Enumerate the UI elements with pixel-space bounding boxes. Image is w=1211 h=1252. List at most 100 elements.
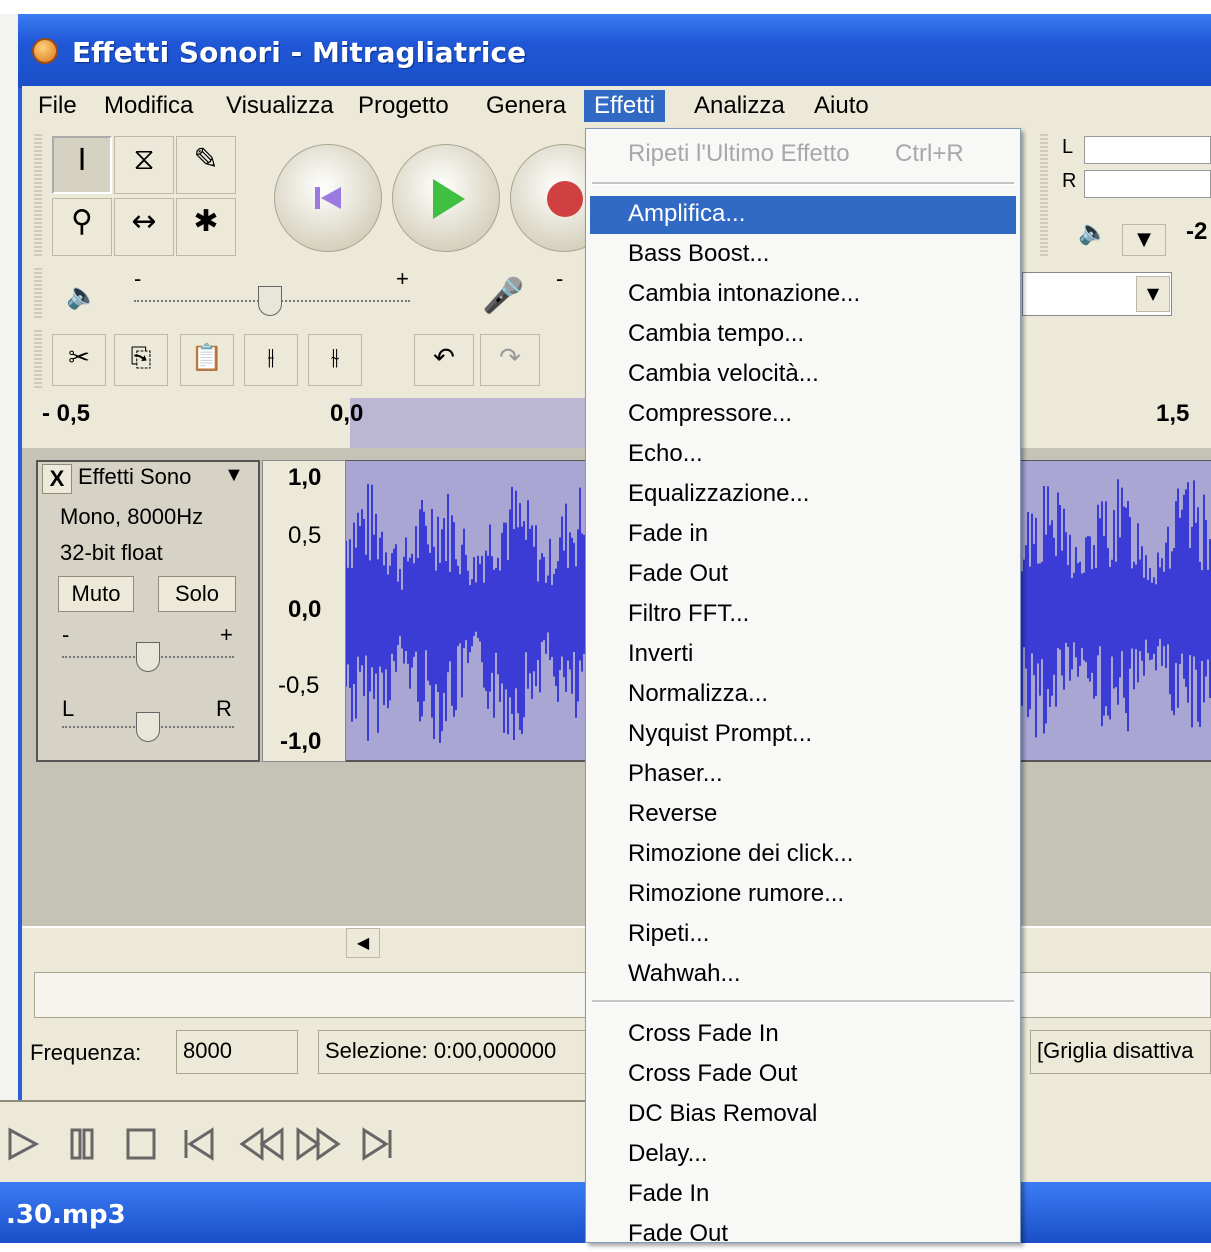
menu-aiuto[interactable]: Aiuto	[804, 90, 879, 122]
menu-item-effect[interactable]: Cambia intonazione...	[587, 276, 1015, 312]
menu-genera[interactable]: Genera	[476, 90, 576, 122]
menu-item-effect[interactable]: Bass Boost...	[587, 236, 1015, 272]
transport-icons	[8, 1127, 392, 1161]
menu-item-effect[interactable]: DC Bias Removal	[587, 1096, 1015, 1132]
menu-item-effect[interactable]: Compressore...	[587, 396, 1015, 432]
menu-item-effect[interactable]: Fade In	[587, 1176, 1015, 1212]
menu-item-effect[interactable]: Fade Out	[587, 1216, 1015, 1252]
meter-grip[interactable]	[1040, 134, 1048, 258]
pan-left-label: L	[62, 696, 75, 721]
skip-start-icon	[315, 187, 341, 209]
waveform-left[interactable]	[345, 460, 586, 762]
frequency-field[interactable]: 8000	[176, 1030, 298, 1074]
menu-item-effect[interactable]: Normalizza...	[587, 676, 1015, 712]
repeat-shortcut: Ctrl+R	[895, 140, 964, 167]
zoom-tool-button[interactable]: ⚲	[52, 198, 112, 256]
track-name-menu[interactable]: Effetti Sono	[78, 464, 191, 490]
menu-item-effect[interactable]: Echo...	[587, 436, 1015, 472]
menu-item-effect[interactable]: Ripeti...	[587, 916, 1015, 952]
draw-tool-button[interactable]: ✎	[176, 136, 236, 194]
waveform-graphic	[345, 484, 585, 743]
pan-slider-thumb[interactable]	[136, 712, 160, 742]
copy-icon: ⎘	[130, 343, 152, 373]
menu-item-effect[interactable]: Fade in	[587, 516, 1015, 552]
mixer-grip[interactable]	[34, 268, 42, 320]
menu-item-effect[interactable]: Reverse	[587, 796, 1015, 832]
playback-volume-thumb[interactable]	[258, 286, 282, 316]
menu-item-effect[interactable]: Inverti	[587, 636, 1015, 672]
menu-analizza[interactable]: Analizza	[684, 90, 795, 122]
scale-label-0-0: 0,0	[288, 596, 322, 623]
menu-item-effect[interactable]: Delay...	[587, 1136, 1015, 1172]
mute-button[interactable]: Muto	[58, 576, 134, 612]
file-name: .30.mp3	[6, 1200, 126, 1230]
menu-item-effect[interactable]: Nyquist Prompt...	[587, 716, 1015, 752]
waveform-right[interactable]	[1017, 460, 1211, 762]
gain-plus-label: +	[220, 622, 233, 647]
menu-item-effect[interactable]: Phaser...	[587, 756, 1015, 792]
track-sample-info: 32-bit float	[60, 540, 163, 565]
menu-file[interactable]: File	[28, 90, 87, 122]
selection-tool-button[interactable]: I	[52, 136, 112, 194]
trim-button[interactable]: ⫲	[244, 334, 298, 386]
menu-item-effect[interactable]: Fade Out	[587, 556, 1015, 592]
cut-button[interactable]: ✂	[52, 334, 106, 386]
scale-label-minus-0-5: -0,5	[278, 672, 320, 699]
track-close-button[interactable]: X	[42, 464, 72, 494]
solo-button[interactable]: Solo	[158, 576, 236, 612]
copy-button[interactable]: ⎘	[114, 334, 168, 386]
device-select-arrow[interactable]: ▼	[1136, 276, 1170, 312]
gain-slider-thumb[interactable]	[136, 642, 160, 672]
menu-item-effect[interactable]: Cross Fade In	[587, 1016, 1015, 1052]
toolbar-grip[interactable]	[34, 134, 42, 258]
scroll-left-button[interactable]: ◀	[346, 928, 380, 958]
menu-modifica[interactable]: Modifica	[94, 90, 203, 122]
menu-item-effect[interactable]: Rimozione dei click...	[587, 836, 1015, 872]
volume-plus-label: +	[396, 266, 409, 291]
silence-icon: ⫳	[330, 345, 340, 370]
track-menu-arrow-icon[interactable]: ▼	[224, 464, 244, 487]
app-icon	[32, 38, 58, 64]
meter-left-label: L	[1062, 136, 1074, 158]
multi-tool-button[interactable]: ✱	[176, 198, 236, 256]
menu-separator	[592, 1000, 1014, 1003]
menu-item-effect[interactable]: Cross Fade Out	[587, 1056, 1015, 1092]
skip-start-button[interactable]	[274, 144, 382, 252]
menu-effetti[interactable]: Effetti	[584, 90, 665, 122]
menu-item-effect[interactable]: Rimozione rumore...	[587, 876, 1015, 912]
menu-visualizza[interactable]: Visualizza	[216, 90, 344, 122]
menu-item-effect[interactable]: Filtro FFT...	[587, 596, 1015, 632]
meter-dropdown-button[interactable]: ▼	[1122, 224, 1166, 256]
scale-label-minus-1-0: -1,0	[280, 728, 322, 755]
chevron-down-icon: ▼	[1146, 284, 1160, 303]
ruler-label-0-0: 0,0	[330, 400, 364, 427]
menu-item-effect[interactable]: Cambia velocità...	[587, 356, 1015, 392]
microphone-icon: 🎤	[482, 277, 525, 315]
ruler-label-minus-0-5: - 0,5	[42, 400, 91, 427]
menu-item-effect[interactable]: Wahwah...	[587, 956, 1015, 992]
paste-button[interactable]: 📋	[180, 334, 234, 386]
meter-left-bar	[1084, 136, 1211, 164]
menu-separator	[592, 182, 1014, 185]
play-button[interactable]	[392, 144, 500, 252]
menu-item-effect[interactable]: Cambia tempo...	[587, 316, 1015, 352]
snap-grid-field[interactable]: [Griglia disattiva	[1030, 1030, 1211, 1074]
meter-speaker-icon: 🔈	[1078, 219, 1108, 246]
silence-button[interactable]: ⫳	[308, 334, 362, 386]
speaker-icon: 🔈	[66, 280, 99, 310]
scale-label-1-0: 1,0	[288, 464, 322, 491]
media-transport-strip	[0, 1100, 600, 1184]
redo-button[interactable]: ↷	[480, 334, 540, 386]
meter-right-label: R	[1062, 170, 1077, 192]
undo-button[interactable]: ↶	[414, 334, 474, 386]
envelope-tool-button[interactable]: ⧖	[114, 136, 174, 194]
timeshift-tool-button[interactable]: ↔	[114, 198, 174, 256]
menu-item-effect[interactable]: Amplifica...	[590, 196, 1016, 234]
frequency-label: Frequenza:	[30, 1040, 142, 1065]
meter-right-bar	[1084, 170, 1211, 198]
edit-toolbar-grip[interactable]	[34, 330, 42, 388]
meter-scale-label: -2	[1186, 218, 1208, 245]
menu-progetto[interactable]: Progetto	[348, 90, 459, 122]
trim-icon: ⫲	[267, 345, 275, 370]
menu-item-effect[interactable]: Equalizzazione...	[587, 476, 1015, 512]
